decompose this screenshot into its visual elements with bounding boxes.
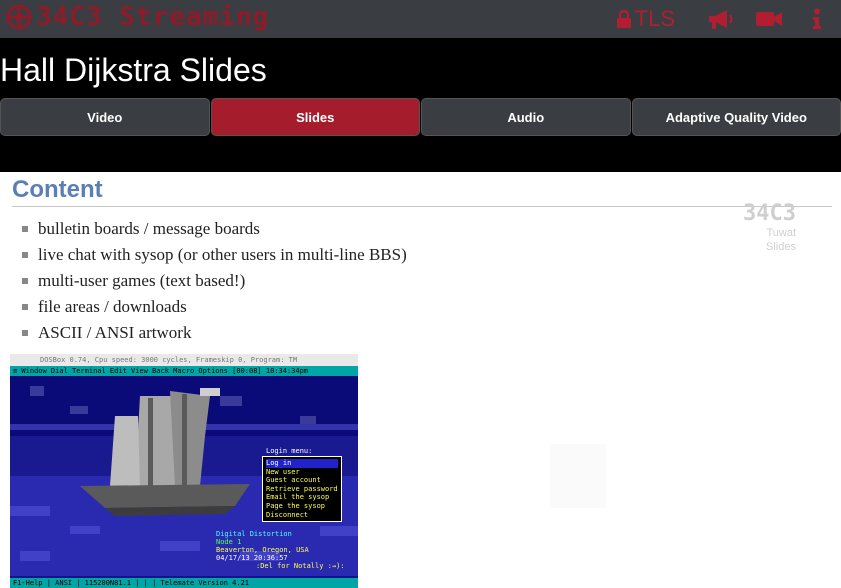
bullet-text: bulletin boards / message boards — [38, 219, 260, 238]
bullet-icon — [22, 304, 28, 310]
login-menu-list: Log in New user Guest account Retrieve p… — [262, 456, 342, 523]
bullet-icon — [22, 252, 28, 258]
tab-adaptive-quality-video[interactable]: Adaptive Quality Video — [631, 98, 841, 136]
bbs-name: Digital Distortion — [216, 530, 292, 538]
tab-video[interactable]: Video — [0, 98, 210, 136]
login-item: Log in — [266, 459, 338, 468]
login-menu-title: Login menu: — [266, 447, 313, 455]
login-item: Guest account — [266, 476, 321, 485]
bullet-item: bulletin boards / message boards — [22, 216, 407, 242]
terminal-menubar: ≡ Window Dial Terminal Edit View Back Ma… — [10, 366, 358, 376]
login-item: Email the sysop — [266, 493, 330, 502]
slide-bullets: bulletin boards / message boards live ch… — [22, 216, 407, 346]
slide-stream-player[interactable]: Content bulletin boards / message boards… — [0, 172, 841, 588]
bullet-icon — [22, 226, 28, 232]
terminal-titlebar: DOSBox 0.74, Cpu speed: 3000 cycles, Fra… — [10, 354, 358, 366]
top-bar: 34C3 Streaming TLS — [0, 0, 841, 38]
watermark-logo: 34C3 — [743, 201, 796, 226]
bullet-text: live chat with sysop (or other users in … — [38, 245, 407, 264]
watermark-line: Tuwat — [766, 227, 796, 239]
info-icon — [813, 8, 821, 29]
tab-audio[interactable]: Audio — [421, 98, 631, 136]
page-title: Hall Dijkstra Slides — [0, 52, 267, 88]
login-menu: Login menu: Log in New user Guest accoun… — [262, 446, 342, 523]
bbs-datetime: 04/17/13 20:36:57 — [216, 554, 288, 562]
feedback-button[interactable] — [697, 0, 745, 38]
slide-title: Content — [12, 176, 103, 203]
bullet-item: multi-user games (text based!) — [22, 268, 407, 294]
login-item: Page the sysop — [266, 501, 326, 510]
brand-title: 34C3 Streaming — [36, 2, 270, 32]
bullet-text: multi-user games (text based!) — [38, 271, 246, 290]
bbs-location: Beaverton, Oregon, USA — [216, 546, 309, 554]
login-item: Disconnect — [266, 510, 309, 519]
tls-label: TLS — [634, 6, 675, 31]
brand-link[interactable]: 34C3 Streaming — [6, 2, 269, 32]
megaphone-icon — [709, 10, 733, 29]
stream-tabs: Video Slides Audio Adaptive Quality Vide… — [0, 98, 841, 136]
bbs-info-block: Digital Distortion Node 1 Beaverton, Ore… — [216, 530, 345, 570]
bullet-item: file areas / downloads — [22, 294, 407, 320]
terminal-statusbar: F1-Help | ANSI | 115200N81.1 | | | Telem… — [10, 578, 358, 588]
login-item: Retrieve password — [266, 484, 338, 493]
lock-icon — [616, 10, 631, 28]
info-button[interactable] — [793, 0, 841, 38]
bbs-prompt: :Del for Notally :→): — [256, 562, 345, 570]
bullet-icon — [22, 330, 28, 336]
slide-artifact — [550, 444, 606, 508]
bullet-text: file areas / downloads — [38, 297, 187, 316]
tls-link[interactable]: TLS — [616, 0, 675, 38]
login-item: New user — [266, 467, 300, 476]
bullet-icon — [22, 278, 28, 284]
header-actions: TLS — [616, 0, 841, 38]
bbs-terminal-screenshot: DOSBox 0.74, Cpu speed: 3000 cycles, Fra… — [10, 354, 358, 588]
ccc-logo-icon — [6, 4, 32, 30]
slide-watermark: 34C3 Tuwat Slides — [730, 202, 796, 254]
bullet-item: ASCII / ANSI artwork — [22, 320, 407, 346]
video-camera-icon — [756, 12, 782, 26]
bullet-item: live chat with sysop (or other users in … — [22, 242, 407, 268]
tab-slides[interactable]: Slides — [210, 98, 420, 136]
video-button[interactable] — [745, 0, 793, 38]
bullet-text: ASCII / ANSI artwork — [38, 323, 192, 342]
watermark-line: Slides — [766, 241, 796, 253]
slide-divider — [12, 206, 832, 207]
bbs-node: Node 1 — [216, 538, 242, 546]
